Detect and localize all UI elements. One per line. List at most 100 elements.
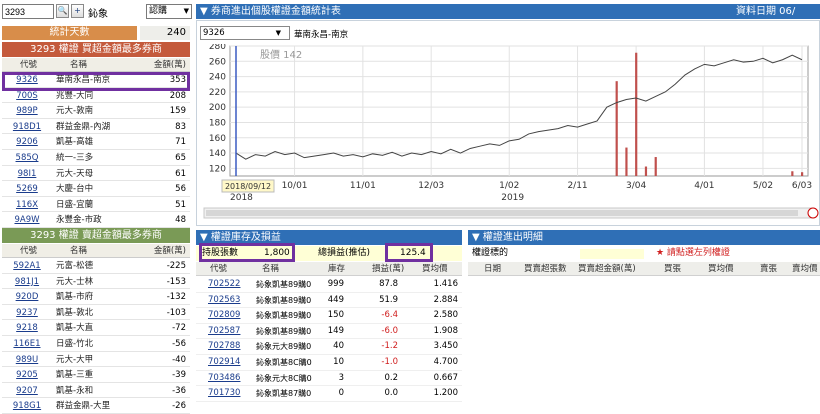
- amount: -36: [172, 385, 186, 396]
- broker-code-link[interactable]: 989P: [2, 104, 52, 118]
- holdings-header: 代號 名稱 庫存 損益(萬) 買均價: [196, 262, 462, 276]
- table-row[interactable]: 9A9W 永豐金-市政 48: [2, 213, 190, 228]
- broker-code-link[interactable]: 9237: [2, 306, 52, 320]
- table-row[interactable]: 702522 鈊象凱基89購0 999 87.8 1.416: [196, 277, 462, 293]
- broker-code-link[interactable]: 98I1: [2, 167, 52, 181]
- broker-code-link[interactable]: 920D: [2, 290, 52, 304]
- table-row[interactable]: 585Q 統一-三多 65: [2, 151, 190, 166]
- col-name: 名稱: [70, 246, 88, 256]
- broker-code-link[interactable]: 9206: [2, 135, 52, 149]
- volume-bar: [791, 171, 794, 176]
- table-row[interactable]: 703486 鈊象元大8C購0 3 0.2 0.667: [196, 371, 462, 387]
- table-row[interactable]: 918D1 群益金鼎-內湖 83: [2, 120, 190, 135]
- table-row[interactable]: 702587 鈊象凱基89購0 149 -6.0 1.908: [196, 324, 462, 340]
- volume-bar: [801, 172, 804, 176]
- table-row[interactable]: 9206 凱基-高雄 71: [2, 135, 190, 150]
- broker-code-link[interactable]: 116E1: [2, 337, 52, 351]
- y-tick-label: 180: [209, 118, 226, 128]
- col-code: 代號: [210, 264, 228, 274]
- broker-code-link[interactable]: 9207: [2, 384, 52, 398]
- table-row[interactable]: 9218 凱基-大直 -72: [2, 321, 190, 336]
- warrant-name: 鈊象凱基89購0: [256, 295, 312, 305]
- table-row[interactable]: 116E1 日盛-竹北 -56: [2, 337, 190, 352]
- broker-code-link[interactable]: 9205: [2, 368, 52, 382]
- warrant-type-select[interactable]: 認購 ▼: [146, 4, 192, 19]
- data-date-label: 資料日期 06/: [736, 6, 796, 17]
- broker-name: 凱基-三重: [56, 370, 94, 381]
- broker-code-link[interactable]: 9A9W: [2, 213, 52, 227]
- qty: 3: [338, 372, 344, 383]
- table-row[interactable]: 989P 元大-敦南 159: [2, 104, 190, 119]
- table-row[interactable]: 98I1 元大-天母 61: [2, 167, 190, 182]
- detail-header: 日期 買賣超張數 買賣超金額(萬) 買張 買均價 賣張 賣均價: [468, 262, 820, 276]
- avg-price: 2.580: [433, 310, 458, 321]
- detail-title: ▼ 權證進出明細: [472, 232, 543, 243]
- amount: -225: [166, 261, 186, 271]
- table-row[interactable]: 9207 凱基-永和 -36: [2, 384, 190, 399]
- pnl: -6.0: [381, 325, 398, 336]
- broker-code-link[interactable]: 592A1: [2, 259, 52, 273]
- broker-code-link[interactable]: 981J1: [2, 275, 52, 289]
- col-sell-avg: 賣均價: [792, 264, 818, 274]
- y-tick-label: 220: [209, 88, 226, 98]
- table-row[interactable]: 920D 凱基-市府 -132: [2, 290, 190, 305]
- warrant-code-link[interactable]: 702788: [208, 339, 240, 354]
- broker-name: 凱基-大直: [56, 323, 94, 334]
- broker-code-link[interactable]: 585Q: [2, 151, 52, 165]
- warrant-code-link[interactable]: 702563: [208, 293, 240, 308]
- table-row[interactable]: 918G1 群益金鼎-大里 -26: [2, 399, 190, 414]
- warrant-name: 鈊象凱基89購0: [256, 311, 312, 321]
- search-icon[interactable]: 🔍: [56, 4, 69, 18]
- stock-code-input[interactable]: [2, 4, 54, 19]
- target-value: [580, 249, 644, 259]
- table-row[interactable]: 981J1 元大-士林 -153: [2, 275, 190, 290]
- col-amount: 金額(萬): [153, 60, 186, 70]
- broker-code-input[interactable]: 9326 ▼: [200, 26, 290, 40]
- table-row[interactable]: 592A1 元富-松德 -225: [2, 259, 190, 274]
- amount: -103: [166, 307, 186, 318]
- broker-code-link[interactable]: 989U: [2, 353, 52, 367]
- warrant-code-link[interactable]: 702587: [208, 324, 240, 339]
- broker-name: 統一-三多: [56, 153, 94, 163]
- warrant-code-link[interactable]: 702809: [208, 308, 240, 323]
- table-row[interactable]: 9237 凱基-敦北 -103: [2, 306, 190, 321]
- amount: -132: [166, 292, 186, 303]
- pnl: 0.2: [384, 372, 398, 383]
- broker-code-link[interactable]: 918D1: [2, 120, 52, 134]
- table-row[interactable]: 702788 鈊象元大89購0 40 -1.2 3.450: [196, 339, 462, 355]
- add-icon[interactable]: +: [71, 4, 84, 18]
- table-row[interactable]: 116X 日盛-宜蘭 51: [2, 198, 190, 213]
- broker-code-link[interactable]: 918G1: [2, 399, 52, 413]
- table-row[interactable]: 5269 大慶-台中 56: [2, 182, 190, 197]
- amount: 65: [175, 153, 186, 163]
- pnl-label: 總損益(推估): [318, 248, 371, 258]
- highlight-box: [385, 243, 433, 262]
- warrant-code-link[interactable]: 703486: [208, 371, 240, 386]
- table-row[interactable]: 702809 鈊象凱基89購0 150 -6.4 2.580: [196, 308, 462, 324]
- volume-bar: [615, 81, 618, 176]
- table-row[interactable]: 702563 鈊象凱基89購0 449 51.9 2.884: [196, 293, 462, 309]
- col-pnl: 損益(萬): [372, 264, 405, 274]
- col-name: 名稱: [262, 264, 280, 274]
- table-row[interactable]: 989U 元大-大甲 -40: [2, 353, 190, 368]
- warrant-name: 鈊象凱基8C購0: [256, 358, 312, 367]
- table-row[interactable]: 9205 凱基-三重 -39: [2, 368, 190, 383]
- sell-table-title: 3293 權證 賣超金額最多券商: [2, 228, 190, 243]
- broker-name: 日盛-宜蘭: [56, 199, 94, 210]
- x-tick-label: 6/03: [792, 181, 812, 191]
- broker-name: 大慶-台中: [56, 184, 94, 195]
- col-qty: 庫存: [328, 264, 346, 274]
- col-buy: 買張: [664, 264, 682, 274]
- zoom-icon[interactable]: [807, 207, 819, 219]
- amount: -153: [166, 276, 186, 287]
- stock-name-label: 鈊象: [88, 9, 108, 20]
- table-row[interactable]: 701730 鈊象凱基87購0 0 0.0 1.200: [196, 386, 462, 402]
- table-row[interactable]: 702914 鈊象凱基8C購0 10 -1.0 4.700: [196, 355, 462, 371]
- warrant-code-link[interactable]: 702914: [208, 355, 240, 370]
- detail-panel-header: ▼ 權證進出明細: [468, 230, 820, 245]
- broker-code-link[interactable]: 9218: [2, 321, 52, 335]
- broker-code-link[interactable]: 5269: [2, 182, 52, 196]
- warrant-code-link[interactable]: 702522: [208, 277, 240, 292]
- broker-code-link[interactable]: 116X: [2, 198, 52, 212]
- warrant-code-link[interactable]: 701730: [208, 386, 240, 401]
